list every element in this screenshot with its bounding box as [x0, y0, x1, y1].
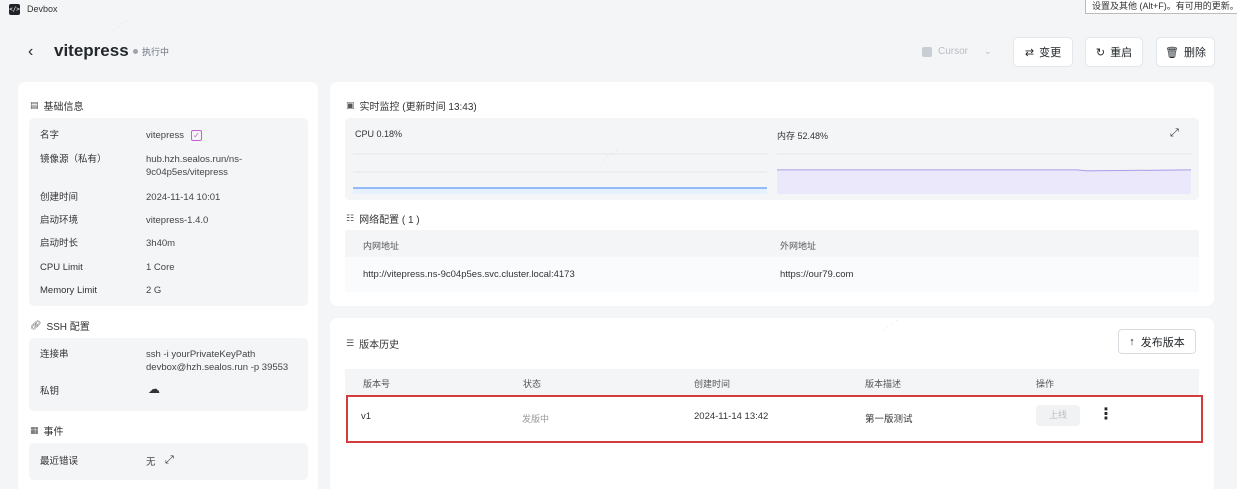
fullscreen-icon[interactable]: ⤢: [1170, 127, 1179, 140]
ide-select[interactable]: Cursor ⌄: [913, 38, 1003, 65]
title-bar: </> Devbox: [0, 0, 1237, 18]
arrow-up-icon: ↑: [1129, 335, 1135, 348]
cpu-area: [353, 188, 767, 194]
network-table-row: http://vitepress.ns-9c04p5es.svc.cluster…: [345, 257, 1199, 292]
app-icon: </>: [9, 3, 20, 15]
delete-button-label: 删除: [1183, 47, 1206, 59]
network-title-text: 网络配置 ( 1 ): [359, 215, 420, 226]
ssh-title: 🔗︎ SSH 配置: [30, 318, 90, 333]
cpu-chart: [353, 153, 767, 194]
info-value-name: vitepress ✓: [146, 129, 203, 142]
network-icon: ☷: [346, 213, 355, 223]
restart-icon: ↻: [1095, 46, 1106, 59]
info-value-created: 2024-11-14 10:01: [146, 192, 221, 203]
monitor-panel: CPU 0.18% 内存 52.48% ⤢: [345, 118, 1199, 200]
vscode-badge-icon[interactable]: ✓: [191, 129, 203, 141]
memory-label: 内存 52.48%: [777, 131, 829, 141]
info-key-name: 名字: [40, 130, 60, 141]
basic-info-panel: 名字 vitepress ✓ 镜像源（私有） hub.hzh.sealos.run…: [29, 118, 308, 306]
versions-header-action: 操作: [1036, 379, 1055, 389]
info-key-image: 镜像源（私有）: [40, 154, 107, 165]
versions-header-version: 版本号: [363, 379, 391, 389]
change-button-label: 变更: [1039, 47, 1062, 59]
info-value-uptime: 3h40m: [146, 238, 176, 249]
events-panel: 最近错误 无 ⤢: [29, 443, 308, 480]
delete-button[interactable]: 🗑︎ 删除: [1156, 37, 1215, 67]
events-title-text: 事件: [43, 427, 64, 438]
memory-area: [777, 169, 1191, 194]
link-icon: 🔗︎: [30, 320, 42, 330]
events-title: ▦ 事件: [30, 423, 64, 438]
restart-button-label: 重启: [1110, 47, 1133, 59]
monitor-icon: ▣: [346, 100, 355, 110]
basic-info-title-text: 基础信息: [43, 102, 84, 113]
chevron-down-icon: ⌄: [984, 46, 992, 56]
monitor-card: ▣ 实时监控 (更新时间 13:43) CPU 0.18% 内存 52.48% …: [330, 82, 1214, 306]
cloud-download-icon[interactable]: ☁︎: [148, 383, 160, 396]
status-dot: [133, 49, 138, 54]
settings-tooltip: 设置及其他 (Alt+F)。有可用的更新。: [1085, 0, 1237, 14]
info-value-image: hub.hzh.sealos.run/ns-9c04p5es/vitepress: [146, 154, 243, 178]
info-key-cpu: CPU Limit: [40, 262, 83, 273]
ssh-panel: 连接串 ssh -i yourPrivateKeyPath devbox@hzh…: [29, 338, 308, 411]
swap-icon: ⇄: [1024, 46, 1035, 59]
calendar-icon: ▦: [30, 425, 39, 435]
versions-header-description: 版本描述: [865, 379, 902, 389]
app-title: Devbox: [27, 4, 58, 14]
ide-select-label: Cursor: [938, 46, 969, 57]
info-value-memory: 2 G: [146, 285, 162, 296]
versions-title-text: 版本历史: [359, 340, 400, 351]
versions-table-header: 版本号 状态 创建时间 版本描述 操作: [345, 369, 1199, 395]
publish-version-button[interactable]: ↑ 发布版本: [1118, 329, 1196, 354]
page-title: vitepress: [54, 41, 129, 60]
cpu-label: CPU 0.18%: [355, 129, 403, 139]
info-key-created: 创建时间: [40, 192, 79, 203]
network-internal-address[interactable]: http://vitepress.ns-9c04p5es.svc.cluster…: [363, 269, 575, 280]
info-key-memory: Memory Limit: [40, 285, 98, 296]
info-card: ▤ 基础信息 名字 vitepress ✓ 镜像源（私有） hub.hzh.sea…: [18, 82, 318, 489]
change-button[interactable]: ⇄ 变更: [1013, 37, 1073, 67]
network-external-address[interactable]: https://our79.com: [780, 269, 853, 280]
list-icon: ☰: [346, 338, 355, 348]
network-title: ☷ 网络配置 ( 1 ): [346, 211, 420, 226]
versions-title: ☰ 版本历史: [346, 336, 399, 351]
info-value-cpu: 1 Core: [146, 262, 175, 273]
ssh-conn-key: 连接串: [40, 349, 69, 360]
info-key-runtime: 启动环境: [40, 215, 79, 226]
monitor-title: ▣ 实时监控 (更新时间 13:43): [346, 98, 477, 113]
page-header: ‹ vitepress 执行中 Cursor ⌄ ⇄ 变更 ↻ 重启 🗑︎ 删除: [0, 32, 1237, 72]
ssh-conn-value[interactable]: ssh -i yourPrivateKeyPath devbox@hzh.sea…: [146, 348, 301, 374]
trash-icon: 🗑︎: [1165, 46, 1179, 59]
publish-version-label: 发布版本: [1140, 336, 1185, 349]
versions-header-created: 创建时间: [694, 379, 731, 389]
document-icon: ▤: [30, 100, 39, 110]
network-header-external: 外网地址: [780, 241, 817, 251]
basic-info-title: ▤ 基础信息: [30, 98, 84, 113]
info-value-runtime: vitepress-1.4.0: [146, 215, 209, 226]
event-value: 无: [146, 457, 156, 468]
versions-header-status: 状态: [523, 379, 542, 389]
expand-icon[interactable]: ⤢: [165, 454, 174, 467]
ssh-key-label: 私钥: [40, 386, 60, 397]
status-text: 执行中: [142, 47, 170, 57]
memory-chart: [777, 153, 1191, 194]
online-button[interactable]: 上线: [1036, 405, 1080, 426]
network-header-internal: 内网地址: [363, 241, 400, 251]
monitor-title-text: 实时监控 (更新时间 13:43): [359, 102, 477, 113]
network-table-header: 内网地址 外网地址: [345, 230, 1199, 257]
ssh-title-text: SSH 配置: [46, 322, 90, 333]
event-key: 最近错误: [40, 456, 79, 467]
back-button[interactable]: ‹: [28, 42, 33, 62]
more-vertical-icon[interactable]: ⋮: [1098, 406, 1114, 424]
cursor-icon: [922, 46, 932, 57]
info-key-uptime: 启动时长: [40, 238, 79, 249]
restart-button[interactable]: ↻ 重启: [1085, 37, 1143, 67]
